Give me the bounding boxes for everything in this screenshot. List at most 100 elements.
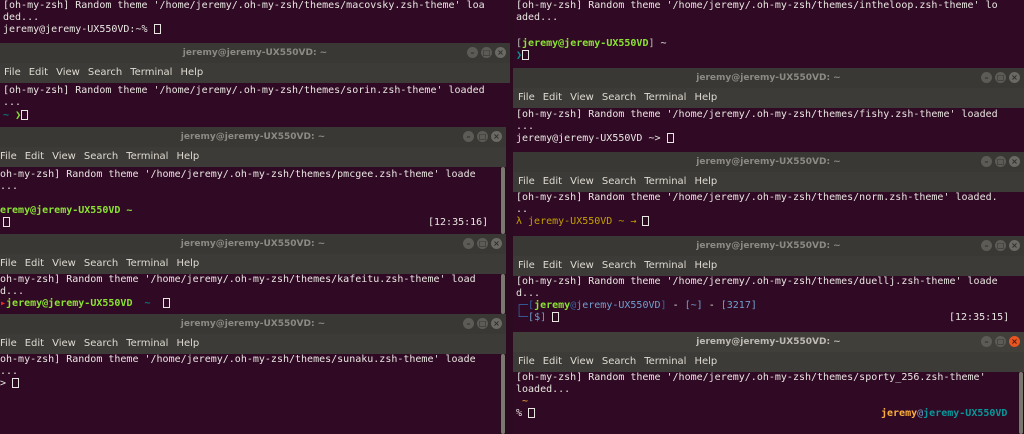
- menu-edit[interactable]: Edit: [543, 92, 562, 103]
- menu-edit[interactable]: Edit: [29, 67, 48, 78]
- maximize-icon[interactable]: □: [995, 72, 1006, 83]
- minimize-icon[interactable]: –: [467, 47, 478, 58]
- menu-edit[interactable]: Edit: [543, 260, 562, 271]
- menu-terminal[interactable]: Terminal: [644, 92, 686, 103]
- minimize-icon[interactable]: –: [463, 131, 474, 142]
- menu-terminal[interactable]: Terminal: [644, 176, 686, 187]
- menu-terminal[interactable]: Terminal: [644, 260, 686, 271]
- terminal-prompt[interactable]: [3, 217, 10, 228]
- terminal-body[interactable]: oh-my-zsh] Random theme '/home/jeremy/.o…: [0, 274, 506, 314]
- terminal-prompt[interactable]: λ jeremy-UX550VD ~ →: [516, 216, 650, 227]
- menu-edit[interactable]: Edit: [543, 176, 562, 187]
- maximize-icon[interactable]: □: [477, 318, 488, 329]
- maximize-icon[interactable]: □: [995, 240, 1006, 251]
- menu-file[interactable]: File: [0, 258, 17, 269]
- minimize-icon[interactable]: –: [981, 156, 992, 167]
- terminal-window-duellj[interactable]: jeremy@jeremy-UX550VD: ~ – □ × File Edit Vie…: [513, 236, 1024, 332]
- terminal-prompt[interactable]: jeremy@jeremy-UX550VD ~>: [516, 133, 674, 144]
- scrollbar[interactable]: [1018, 372, 1024, 434]
- window-titlebar[interactable]: jeremy@jeremy-UX550VD: ~ – □ ×: [0, 127, 506, 147]
- menu-search[interactable]: Search: [88, 67, 122, 78]
- menu-edit[interactable]: Edit: [25, 258, 44, 269]
- menu-terminal[interactable]: Terminal: [126, 151, 168, 162]
- menu-file[interactable]: File: [518, 260, 535, 271]
- minimize-icon[interactable]: –: [981, 72, 992, 83]
- terminal-window-fishy[interactable]: jeremy@jeremy-UX550VD: ~ – □ × File Edit Vie…: [513, 68, 1024, 152]
- menu-edit[interactable]: Edit: [543, 356, 562, 367]
- terminal-body[interactable]: [oh-my-zsh] Random theme '/home/jeremy/.…: [513, 372, 1024, 434]
- terminal-prompt[interactable]: %: [516, 408, 536, 419]
- menu-search[interactable]: Search: [84, 338, 118, 349]
- menu-help[interactable]: Help: [694, 356, 717, 367]
- menu-help[interactable]: Help: [694, 260, 717, 271]
- menu-view[interactable]: View: [52, 258, 76, 269]
- close-icon[interactable]: ×: [491, 318, 502, 329]
- terminal-prompt[interactable]: ▸jeremy@jeremy-UX550VD ~: [0, 298, 170, 309]
- menu-search[interactable]: Search: [84, 151, 118, 162]
- maximize-icon[interactable]: □: [477, 131, 488, 142]
- close-icon[interactable]: ×: [1009, 336, 1020, 347]
- menu-help[interactable]: Help: [694, 92, 717, 103]
- menu-view[interactable]: View: [52, 151, 76, 162]
- close-icon[interactable]: ×: [491, 131, 502, 142]
- menu-terminal[interactable]: Terminal: [130, 67, 172, 78]
- menu-search[interactable]: Search: [602, 92, 636, 103]
- minimize-icon[interactable]: –: [981, 336, 992, 347]
- window-titlebar[interactable]: jeremy@jeremy-UX550VD: ~ – □ ×: [0, 314, 506, 334]
- close-icon[interactable]: ×: [491, 238, 502, 249]
- menu-help[interactable]: Help: [694, 176, 717, 187]
- window-titlebar[interactable]: jeremy@jeremy-UX550VD: ~ – □ ×: [513, 68, 1024, 88]
- menu-help[interactable]: Help: [176, 151, 199, 162]
- maximize-icon[interactable]: □: [477, 238, 488, 249]
- terminal-window-intheloop[interactable]: [oh-my-zsh] Random theme '/home/jeremy/.…: [513, 0, 1024, 70]
- terminal-prompt[interactable]: └─[$]: [516, 312, 560, 323]
- window-titlebar[interactable]: jeremy@jeremy-UX550VD: ~ – □ ×: [513, 152, 1024, 172]
- menu-view[interactable]: View: [570, 356, 594, 367]
- terminal-window-macovsky[interactable]: [oh-my-zsh] Random theme '/home/jeremy/.…: [0, 0, 510, 44]
- terminal-body[interactable]: [oh-my-zsh] Random theme '/home/jeremy/.…: [0, 83, 510, 127]
- minimize-icon[interactable]: –: [463, 318, 474, 329]
- menu-search[interactable]: Search: [602, 356, 636, 367]
- menu-search[interactable]: Search: [84, 258, 118, 269]
- window-titlebar[interactable]: jeremy@jeremy-UX550VD: ~ – □ ×: [513, 236, 1024, 256]
- terminal-body[interactable]: [oh-my-zsh] Random theme '/home/jeremy/.…: [513, 108, 1024, 152]
- close-icon[interactable]: ×: [1009, 156, 1020, 167]
- menu-edit[interactable]: Edit: [25, 151, 44, 162]
- menu-view[interactable]: View: [570, 176, 594, 187]
- menu-terminal[interactable]: Terminal: [126, 258, 168, 269]
- terminal-prompt[interactable]: ❯: [516, 50, 530, 61]
- window-titlebar[interactable]: jeremy@jeremy-UX550VD: ~ – □ ×: [0, 234, 506, 254]
- menu-help[interactable]: Help: [176, 338, 199, 349]
- menu-help[interactable]: Help: [180, 67, 203, 78]
- menu-view[interactable]: View: [52, 338, 76, 349]
- minimize-icon[interactable]: –: [981, 240, 992, 251]
- menu-file[interactable]: File: [0, 338, 17, 349]
- terminal-window-sporty[interactable]: jeremy@jeremy-UX550VD: ~ – □ × File Edit Vie…: [513, 332, 1024, 434]
- close-icon[interactable]: ×: [1009, 240, 1020, 251]
- terminal-prompt[interactable]: >: [0, 378, 20, 389]
- close-icon[interactable]: ×: [1009, 72, 1020, 83]
- menu-search[interactable]: Search: [602, 260, 636, 271]
- menu-search[interactable]: Search: [602, 176, 636, 187]
- terminal-window-sunaku[interactable]: jeremy@jeremy-UX550VD: ~ – □ × File Edit Vie…: [0, 314, 506, 434]
- menu-view[interactable]: View: [570, 260, 594, 271]
- scrollbar-thumb[interactable]: [1019, 372, 1023, 434]
- window-titlebar[interactable]: jeremy@jeremy-UX550VD: ~ – □ ×: [0, 43, 510, 63]
- scrollbar-thumb[interactable]: [501, 274, 505, 314]
- menu-file[interactable]: File: [4, 67, 21, 78]
- terminal-window-norm[interactable]: jeremy@jeremy-UX550VD: ~ – □ × File Edit Vie…: [513, 152, 1024, 236]
- scrollbar-thumb[interactable]: [501, 354, 505, 434]
- terminal-window-kafeitu[interactable]: jeremy@jeremy-UX550VD: ~ – □ × File Edit Vie…: [0, 234, 506, 314]
- menu-file[interactable]: File: [0, 151, 17, 162]
- scrollbar[interactable]: [500, 354, 506, 434]
- menu-terminal[interactable]: Terminal: [126, 338, 168, 349]
- maximize-icon[interactable]: □: [481, 47, 492, 58]
- minimize-icon[interactable]: –: [463, 238, 474, 249]
- terminal-body[interactable]: oh-my-zsh] Random theme '/home/jeremy/.o…: [0, 167, 506, 234]
- scrollbar[interactable]: [500, 274, 506, 314]
- menu-view[interactable]: View: [570, 92, 594, 103]
- menu-terminal[interactable]: Terminal: [644, 356, 686, 367]
- menu-file[interactable]: File: [518, 176, 535, 187]
- terminal-body[interactable]: oh-my-zsh] Random theme '/home/jeremy/.o…: [0, 354, 506, 434]
- terminal-window-sorin[interactable]: jeremy@jeremy-UX550VD: ~ – □ × File Edit Vie…: [0, 43, 510, 127]
